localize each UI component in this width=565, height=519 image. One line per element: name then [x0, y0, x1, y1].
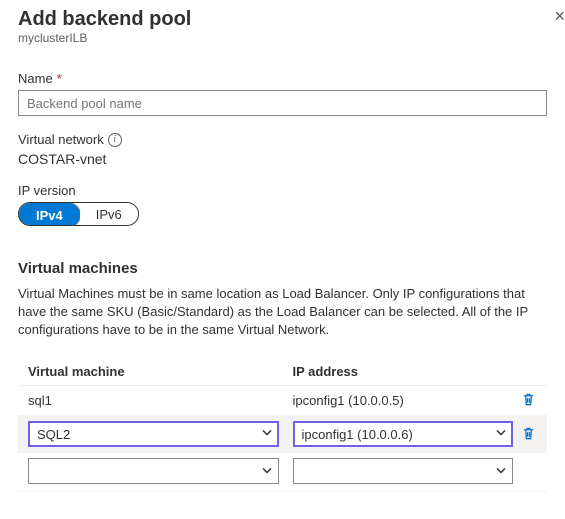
- vms-heading: Virtual machines: [18, 260, 547, 277]
- info-icon[interactable]: i: [108, 133, 122, 147]
- delete-icon[interactable]: [519, 424, 537, 442]
- delete-icon[interactable]: [519, 391, 537, 409]
- col-ip: IP address: [283, 358, 518, 386]
- ipversion-ipv4[interactable]: IPv4: [18, 202, 81, 226]
- required-indicator: *: [57, 71, 62, 86]
- name-input[interactable]: [18, 90, 547, 116]
- ip-select[interactable]: [293, 458, 514, 484]
- close-icon[interactable]: ×: [554, 6, 565, 27]
- vms-description: Virtual Machines must be in same locatio…: [18, 285, 547, 340]
- name-label: Name: [18, 71, 53, 86]
- table-row: [18, 453, 547, 492]
- vnet-label: Virtual network: [18, 132, 104, 147]
- ipversion-ipv6[interactable]: IPv6: [80, 203, 138, 225]
- col-vm: Virtual machine: [18, 358, 283, 386]
- vm-cell: sql1: [18, 385, 283, 416]
- vm-select[interactable]: [28, 458, 279, 484]
- vm-select[interactable]: SQL2: [28, 421, 279, 447]
- resource-subtitle: myclusterILB: [18, 31, 547, 45]
- ipversion-toggle[interactable]: IPv4 IPv6: [18, 202, 139, 226]
- vms-table: Virtual machine IP address sql1 ipconfig…: [18, 358, 547, 493]
- table-row: SQL2 ipconfig1 (10.0.0.6): [18, 416, 547, 453]
- ip-cell: ipconfig1 (10.0.0.5): [283, 385, 518, 416]
- vnet-value: COSTAR-vnet: [18, 151, 547, 167]
- table-row: sql1 ipconfig1 (10.0.0.5): [18, 385, 547, 416]
- ip-select[interactable]: ipconfig1 (10.0.0.6): [293, 421, 514, 447]
- page-title: Add backend pool: [18, 8, 547, 31]
- ipversion-label: IP version: [18, 183, 76, 198]
